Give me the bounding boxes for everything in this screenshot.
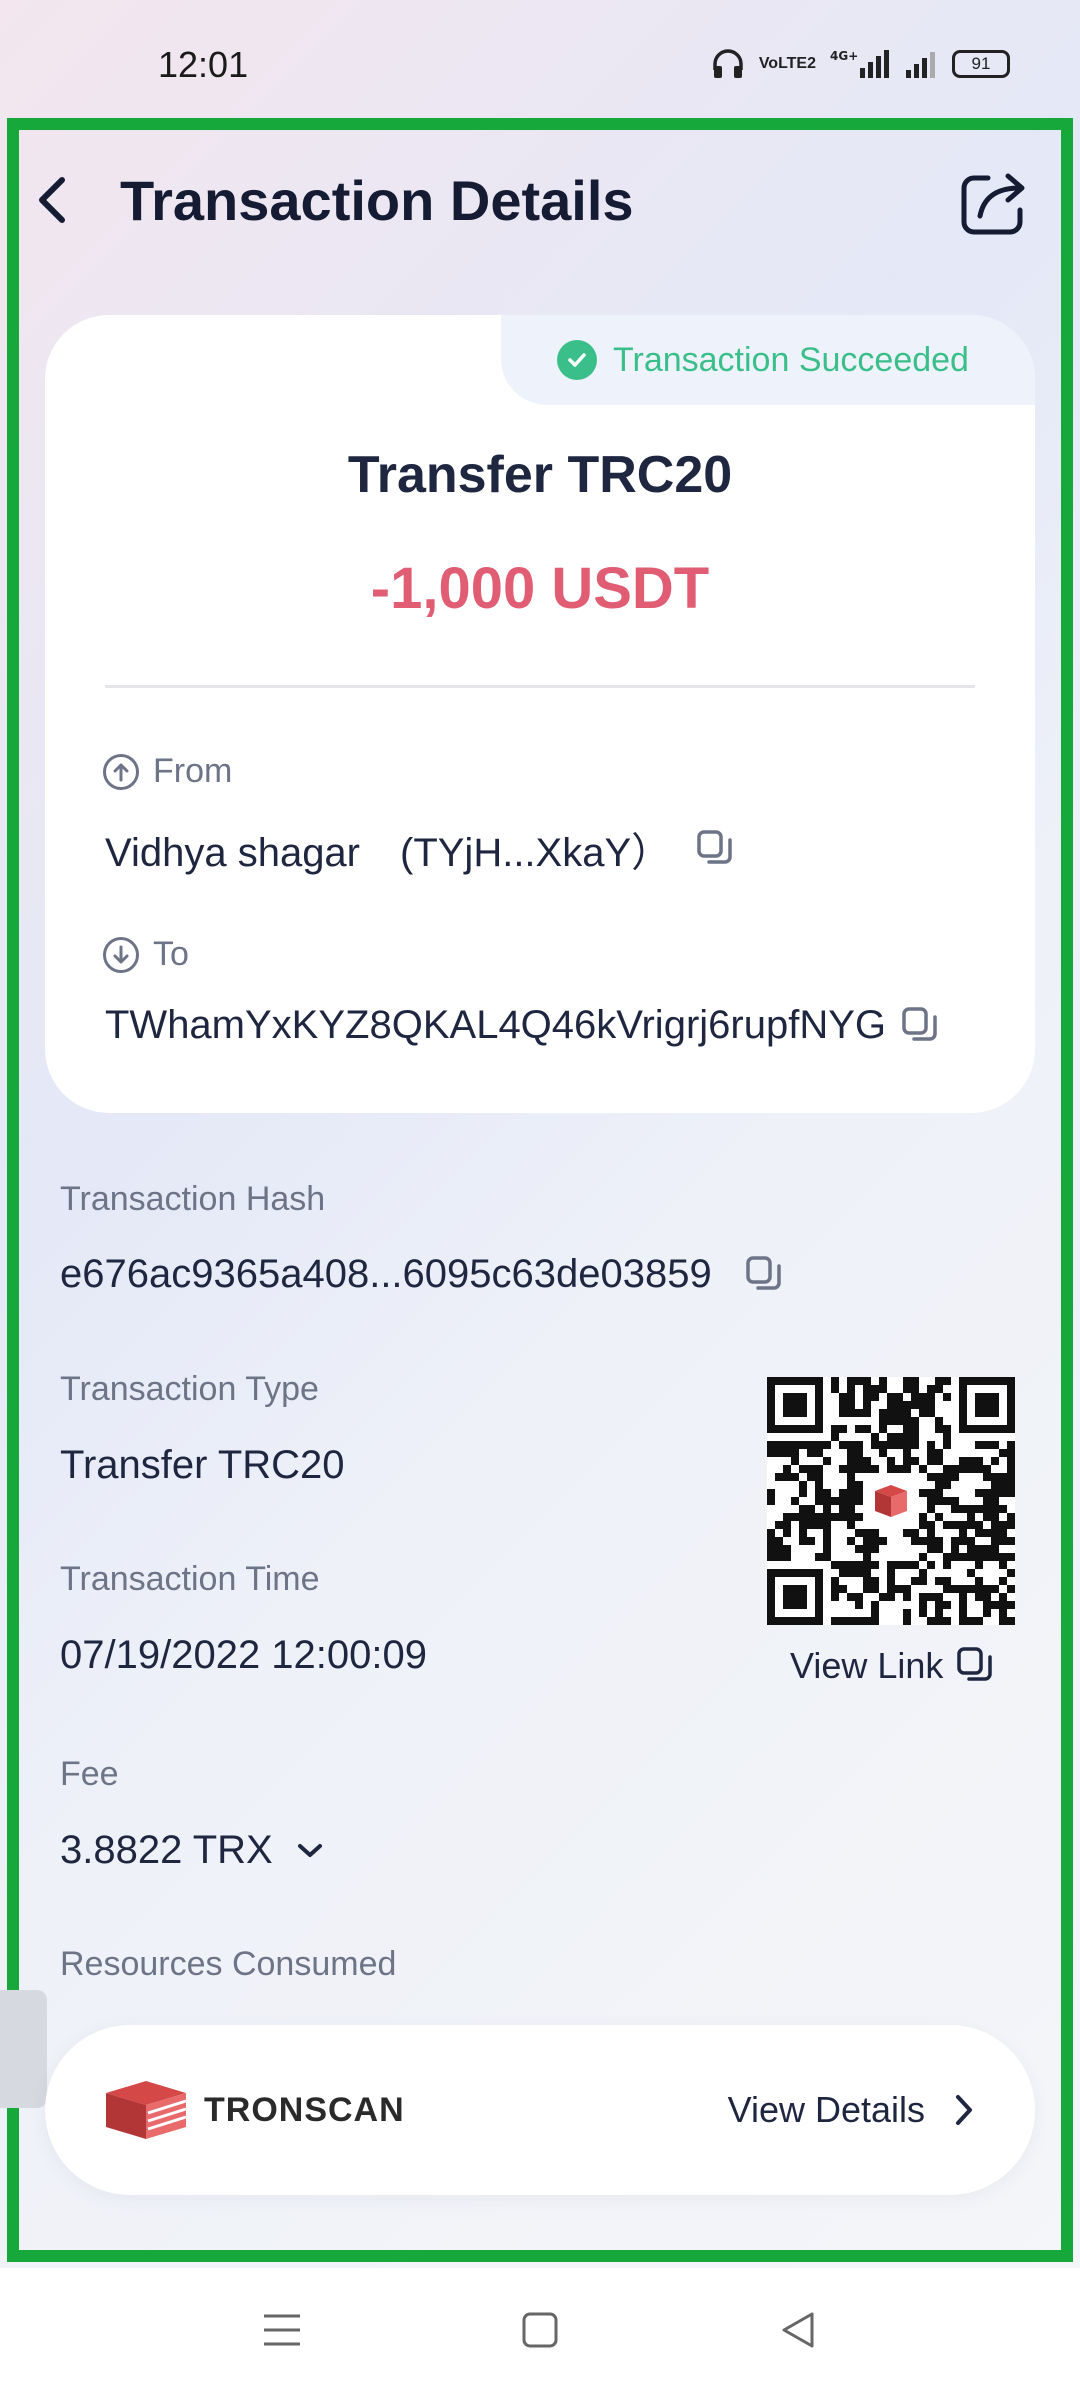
- transaction-time-label: Transaction Time: [60, 1560, 320, 1598]
- home-square-icon[interactable]: [520, 2310, 560, 2350]
- view-link-button[interactable]: View Link: [790, 1645, 993, 1687]
- transaction-type-value: Transfer TRC20: [60, 1443, 345, 1487]
- from-label-text: From: [153, 752, 233, 790]
- share-button[interactable]: [958, 170, 1030, 238]
- signal-2-icon: [906, 52, 935, 78]
- back-button[interactable]: [28, 170, 78, 230]
- transaction-hash: e676ac9365a408...6095c63de03859: [60, 1252, 782, 1297]
- from-address-text: Vidhya shagar (TYjH...XkaY）: [105, 831, 672, 875]
- copy-icon[interactable]: [902, 1006, 938, 1045]
- to-label: To: [103, 935, 189, 974]
- qr-code: [767, 1377, 1015, 1625]
- fee-label: Fee: [60, 1755, 119, 1793]
- status-icons: VoLTE2 4G+ 91: [711, 48, 1010, 80]
- arrow-up-circle-icon: [103, 753, 139, 790]
- page-title: Transaction Details: [120, 169, 634, 232]
- view-details-label: View Details: [727, 2089, 925, 2130]
- tronscan-bar[interactable]: TRONSCAN View Details: [45, 2025, 1035, 2195]
- copy-icon[interactable]: [697, 830, 733, 868]
- status-badge: Transaction Succeeded: [501, 315, 1035, 405]
- status-time: 12:01: [158, 44, 249, 85]
- headphones-icon: [713, 49, 743, 78]
- side-drawer-handle[interactable]: [0, 1990, 47, 2108]
- fee-value[interactable]: 3.8822 TRX: [60, 1828, 325, 1873]
- check-circle-icon: [557, 340, 597, 380]
- chevron-down-icon: [297, 1843, 322, 1857]
- to-address-text: TWhamYxKYZ8QKAL4Q46kVrigrj6rupfNYG: [105, 1003, 886, 1047]
- status-text: Transaction Succeeded: [613, 340, 969, 379]
- from-label: From: [103, 752, 232, 791]
- transaction-amount: -1,000 USDT: [370, 556, 710, 621]
- view-link-label: View Link: [790, 1645, 944, 1686]
- arrow-down-circle-icon: [103, 936, 139, 973]
- tronscan-logo-icon: [106, 2081, 187, 2139]
- battery-icon: 91: [952, 50, 1010, 78]
- fee-value-text: 3.8822 TRX: [60, 1828, 273, 1872]
- transaction-hash-label: Transaction Hash: [60, 1180, 326, 1218]
- view-details-button[interactable]: View Details: [728, 2089, 975, 2131]
- divider: [105, 685, 975, 688]
- svg-text:4G+: 4G+: [830, 49, 858, 63]
- signal-4g-icon: 4G+: [830, 49, 889, 78]
- to-label-text: To: [153, 935, 189, 973]
- tronscan-logo: TRONSCAN: [102, 2077, 405, 2143]
- copy-icon[interactable]: [746, 1255, 782, 1294]
- system-nav-bar: [0, 2268, 1080, 2400]
- volte-label: VoLTE2: [758, 55, 816, 72]
- transaction-hash-text: e676ac9365a408...6095c63de03859: [60, 1252, 712, 1296]
- chevron-right-icon: [956, 2095, 972, 2125]
- transaction-type-heading: Transfer TRC20: [347, 446, 733, 504]
- status-bar: 12:01 VoLTE2 4G+ 91: [0, 0, 1080, 120]
- to-address: TWhamYxKYZ8QKAL4Q46kVrigrj6rupfNYG: [105, 1003, 938, 1048]
- menu-icon[interactable]: [262, 2310, 302, 2350]
- copy-icon: [957, 1647, 993, 1681]
- back-triangle-icon[interactable]: [778, 2310, 818, 2350]
- tronscan-brand-text: TRONSCAN: [204, 2090, 405, 2129]
- transaction-time-value: 07/19/2022 12:00:09: [60, 1633, 428, 1677]
- from-address: Vidhya shagar (TYjH...XkaY）: [105, 820, 733, 878]
- transaction-summary-card: Transaction Succeeded Transfer TRC20 -1,…: [45, 315, 1035, 1113]
- resources-consumed-label: Resources Consumed: [60, 1945, 397, 1983]
- transaction-type-label: Transaction Type: [60, 1370, 319, 1408]
